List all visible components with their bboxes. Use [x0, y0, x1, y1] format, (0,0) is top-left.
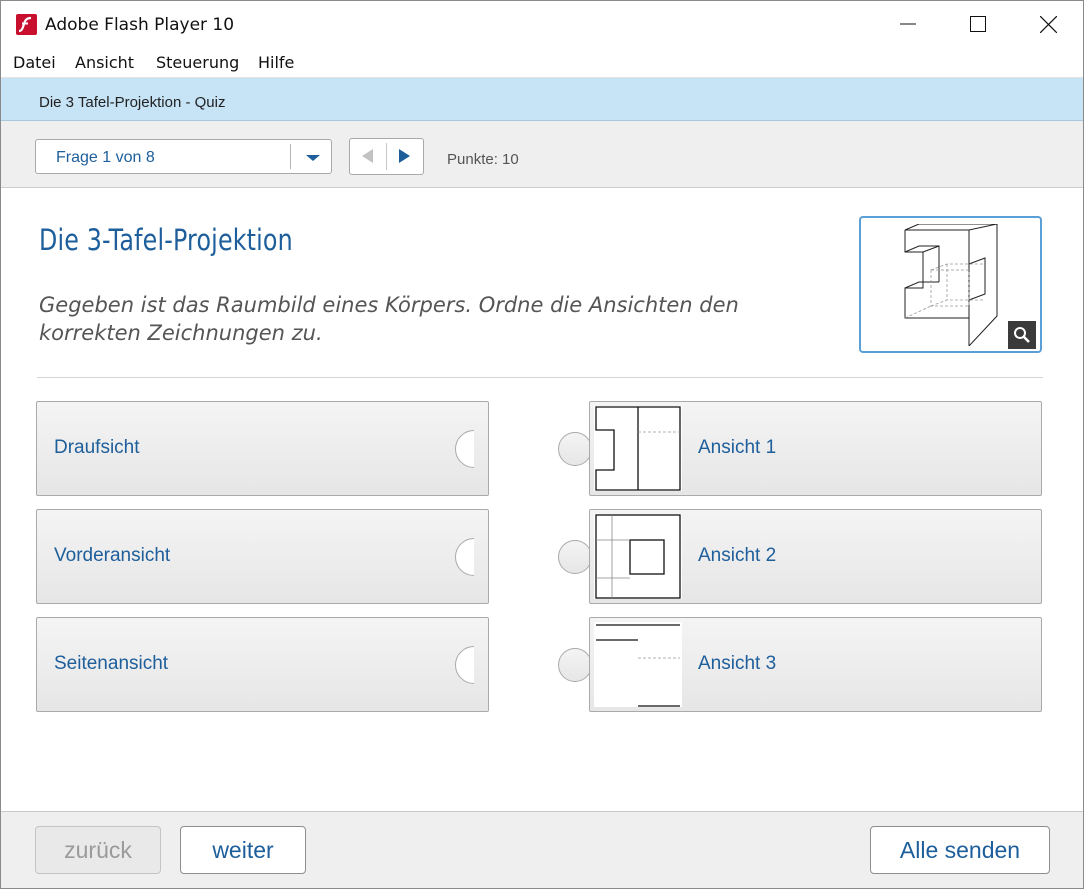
menu-hilfe[interactable]: Hilfe	[258, 53, 294, 72]
triangle-right-icon	[399, 149, 410, 163]
footer-bar: zurück weiter Alle senden	[1, 811, 1083, 888]
window-title: Adobe Flash Player 10	[45, 15, 235, 35]
piece-label: Seitenansicht	[54, 653, 169, 674]
view-drawing-1	[594, 406, 682, 491]
close-icon	[1040, 16, 1057, 33]
puzzle-notch	[455, 646, 474, 684]
flash-player-icon	[16, 14, 37, 35]
content-divider	[37, 377, 1043, 378]
isometric-body-drawing	[904, 224, 998, 346]
projection-drawing-1	[595, 406, 681, 491]
view-label: Ansicht 1	[698, 437, 777, 458]
question-heading: Die 3-Tafel-Projektion	[39, 223, 293, 257]
triangle-left-icon	[362, 149, 373, 163]
drop-target-ansicht-3[interactable]: Ansicht 3	[589, 617, 1042, 712]
submit-all-button[interactable]: Alle senden	[870, 826, 1050, 874]
drop-target-ansicht-2[interactable]: Ansicht 2	[589, 509, 1042, 604]
quiz-toolbar: Frage 1 von 8 Punkte: 10	[1, 121, 1083, 188]
menu-ansicht[interactable]: Ansicht	[75, 53, 134, 72]
close-button[interactable]	[1013, 1, 1083, 48]
view-drawing-3	[594, 622, 682, 707]
minimize-button[interactable]	[873, 1, 943, 48]
zoom-button[interactable]	[1008, 321, 1036, 349]
menu-datei[interactable]: Datei	[13, 53, 56, 72]
view-drawing-2	[594, 514, 682, 599]
quiz-title: Die 3 Tafel-Projektion - Quiz	[39, 94, 226, 111]
score-label: Punkte: 10	[447, 151, 519, 168]
menu-bar: Datei Ansicht Steuerung Hilfe	[1, 48, 1083, 78]
previous-question-button[interactable]	[350, 139, 386, 174]
drag-piece-seitenansicht[interactable]: Seitenansicht	[36, 617, 489, 712]
app-window: Adobe Flash Player 10 Datei Ansicht Steu…	[0, 0, 1084, 889]
select-divider	[290, 144, 291, 169]
puzzle-notch	[455, 538, 474, 576]
body-image-thumbnail[interactable]	[859, 216, 1042, 353]
next-question-button[interactable]	[387, 139, 423, 174]
projection-drawing-3	[596, 624, 680, 707]
question-select[interactable]: Frage 1 von 8	[35, 139, 332, 174]
question-select-value: Frage 1 von 8	[56, 149, 155, 166]
maximize-icon	[970, 16, 986, 32]
magnifier-icon	[1014, 327, 1030, 343]
puzzle-notch	[455, 430, 474, 468]
minimize-icon	[900, 23, 916, 25]
menu-steuerung[interactable]: Steuerung	[156, 53, 239, 72]
view-label: Ansicht 2	[698, 545, 777, 566]
drag-piece-draufsicht[interactable]: Draufsicht	[36, 401, 489, 496]
back-button[interactable]: zurück	[35, 826, 161, 874]
puzzle-knob-2	[558, 540, 592, 574]
piece-label: Draufsicht	[54, 437, 140, 458]
chevron-down-icon	[306, 155, 320, 161]
puzzle-knob-1	[558, 432, 592, 466]
question-instruction: Gegeben ist das Raumbild eines Körpers. …	[39, 293, 739, 345]
drop-target-ansicht-1[interactable]: Ansicht 1	[589, 401, 1042, 496]
next-button[interactable]: weiter	[180, 826, 306, 874]
puzzle-knob-3	[558, 648, 592, 682]
question-nav	[349, 138, 424, 175]
projection-drawing-2	[595, 514, 681, 599]
quiz-title-bar: Die 3 Tafel-Projektion - Quiz	[1, 78, 1083, 121]
drag-piece-vorderansicht[interactable]: Vorderansicht	[36, 509, 489, 604]
maximize-button[interactable]	[943, 1, 1013, 48]
title-bar: Adobe Flash Player 10	[1, 1, 1083, 48]
piece-label: Vorderansicht	[54, 545, 171, 566]
view-label: Ansicht 3	[698, 653, 777, 674]
